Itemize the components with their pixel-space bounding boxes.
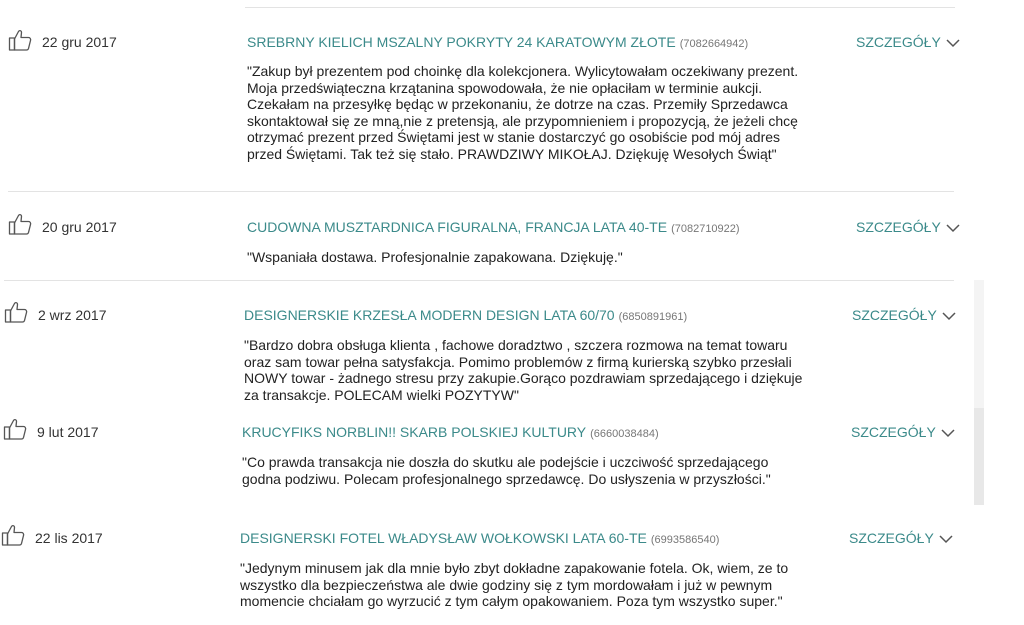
auction-title-link[interactable]: SREBRNY KIELICH MSZALNY POKRYTY 24 KARAT… — [247, 34, 676, 50]
feedback-date: 2 wrz 2017 — [38, 307, 107, 323]
chevron-down-icon — [941, 428, 955, 438]
auction-title-link[interactable]: DESIGNERSKIE KRZESŁA MODERN DESIGN LATA … — [244, 307, 615, 323]
auction-id: (6993586540) — [650, 534, 720, 546]
details-button[interactable]: SZCZEGÓŁY — [856, 219, 960, 235]
thumbs-up-icon — [3, 417, 27, 441]
chevron-down-icon — [939, 534, 953, 544]
details-label: SZCZEGÓŁY — [856, 34, 941, 50]
feedback-comment: "Zakup był prezentem pod choinkę dla kol… — [247, 63, 799, 162]
thumbs-up-icon — [8, 212, 32, 236]
auction-title-line: SREBRNY KIELICH MSZALNY POKRYTY 24 KARAT… — [247, 34, 748, 50]
auction-id: (7082710922) — [671, 223, 740, 235]
chevron-down-icon — [942, 311, 956, 321]
feedback-comment: "Co prawda transakcja nie doszła do skut… — [242, 454, 771, 487]
feedback-date: 9 lut 2017 — [37, 424, 99, 440]
auction-title-line: DESIGNERSKIE KRZESŁA MODERN DESIGN LATA … — [244, 307, 687, 323]
details-label: SZCZEGÓŁY — [852, 307, 937, 323]
thumbs-up-icon — [1, 523, 25, 547]
auction-title-link[interactable]: KRUCYFIKS NORBLIN!! SKARB POLSKIEJ KULTU… — [242, 424, 586, 440]
feedback-date: 22 lis 2017 — [35, 530, 103, 546]
feedback-list: 22 gru 2017 SREBRNY KIELICH MSZALNY POKR… — [0, 0, 1024, 625]
details-label: SZCZEGÓŁY — [849, 530, 934, 546]
chevron-down-icon — [946, 38, 960, 48]
thumbs-up-icon — [4, 300, 28, 324]
chevron-down-icon — [946, 223, 960, 233]
details-button[interactable]: SZCZEGÓŁY — [851, 424, 955, 440]
auction-id: (6660038484) — [590, 428, 659, 440]
feedback-date: 22 gru 2017 — [42, 34, 117, 50]
divider — [245, 7, 955, 8]
details-button[interactable]: SZCZEGÓŁY — [856, 34, 960, 50]
divider — [4, 280, 954, 281]
feedback-date: 20 gru 2017 — [42, 219, 117, 235]
details-button[interactable]: SZCZEGÓŁY — [852, 307, 956, 323]
details-label: SZCZEGÓŁY — [856, 219, 941, 235]
auction-title-link[interactable]: DESIGNERSKI FOTEL WŁADYSŁAW WOŁKOWSKI LA… — [240, 530, 647, 546]
auction-title-link[interactable]: CUDOWNA MUSZTARDNICA FIGURALNA, FRANCJA … — [247, 219, 667, 235]
auction-id: (7082664942) — [679, 38, 749, 50]
auction-id: (6850891961) — [618, 311, 688, 323]
auction-title-line: CUDOWNA MUSZTARDNICA FIGURALNA, FRANCJA … — [247, 219, 740, 235]
feedback-comment: "Wspaniała dostawa. Profesjonalnie zapak… — [247, 249, 623, 265]
auction-title-line: DESIGNERSKI FOTEL WŁADYSŁAW WOŁKOWSKI LA… — [240, 530, 719, 546]
details-label: SZCZEGÓŁY — [851, 424, 936, 440]
thumbs-up-icon — [8, 28, 32, 52]
divider — [8, 191, 954, 192]
feedback-comment: "Jedynym minusem jak dla mnie było zbyt … — [240, 560, 789, 609]
auction-title-line: KRUCYFIKS NORBLIN!! SKARB POLSKIEJ KULTU… — [242, 424, 659, 440]
scrollbar-thumb[interactable] — [974, 408, 984, 505]
feedback-comment: "Bardzo dobra obsługa klienta , fachowe … — [244, 337, 803, 403]
details-button[interactable]: SZCZEGÓŁY — [849, 530, 953, 546]
